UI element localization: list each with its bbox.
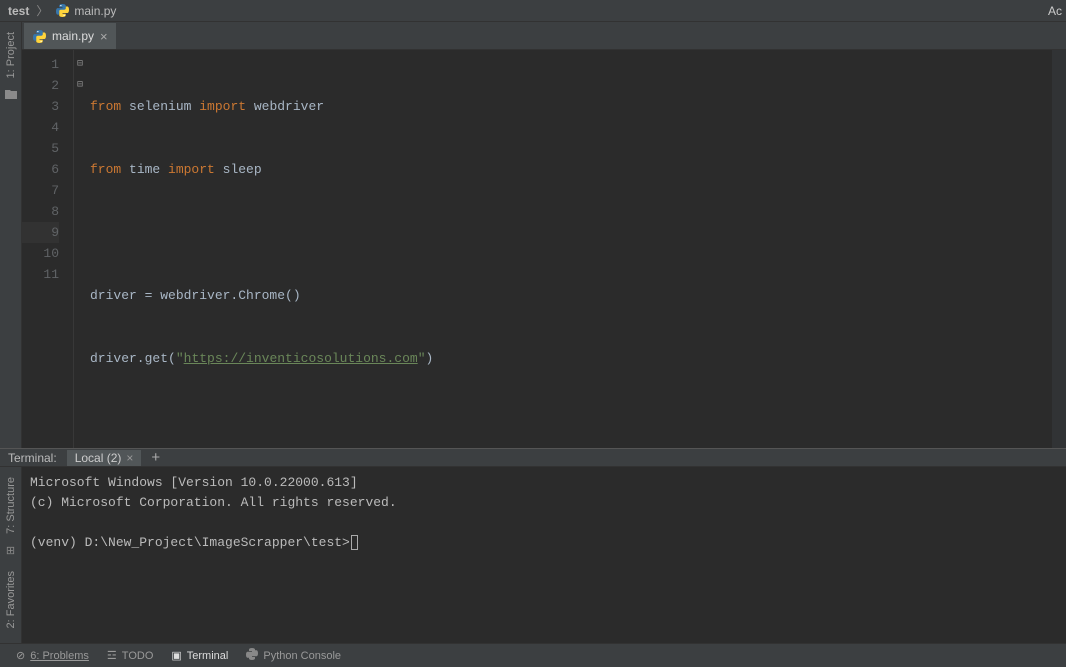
terminal-line: (c) Microsoft Corporation. All rights re… <box>30 493 1058 513</box>
cursor-icon <box>351 535 358 550</box>
list-icon: ☲ <box>107 649 117 662</box>
python-file-icon <box>55 4 69 18</box>
terminal-left-tool-strip: 7: Structure ⊞ 2: Favorites ★ <box>0 467 22 656</box>
code-editor[interactable]: 1 2 3 4 5 6 7 8 9 10 11 ⊟ ⊟ from seleniu… <box>22 50 1066 448</box>
fold-marker-icon[interactable]: ⊟ <box>74 75 86 96</box>
favorites-tool-button[interactable]: 2: Favorites <box>5 571 17 628</box>
left-tool-strip: 1: Project <box>0 22 22 448</box>
line-number-gutter: 1 2 3 4 5 6 7 8 9 10 11 <box>22 50 74 448</box>
tab-filename: main.py <box>52 29 94 43</box>
editor-tab-bar: main.py × <box>22 22 1066 50</box>
structure-icon: ⊞ <box>6 544 15 557</box>
close-icon[interactable]: × <box>100 29 108 44</box>
warning-icon: ⊘ <box>16 649 25 662</box>
terminal-tool-button[interactable]: ▣ Terminal <box>171 649 228 662</box>
python-icon <box>246 648 258 663</box>
todo-tool-button[interactable]: ☲ TODO <box>107 649 153 662</box>
close-icon[interactable]: × <box>126 451 133 465</box>
terminal-tab[interactable]: Local (2) × <box>67 450 142 466</box>
problems-tool-button[interactable]: ⊘ 6: Problems <box>16 649 89 662</box>
python-console-tool-button[interactable]: Python Console <box>246 648 341 663</box>
add-terminal-button[interactable]: + <box>151 449 160 466</box>
breadcrumb-file[interactable]: main.py <box>74 4 116 18</box>
terminal-panel: Terminal: Local (2) × + 7: Structure ⊞ 2… <box>0 448 1066 643</box>
bottom-tool-bar: ⊘ 6: Problems ☲ TODO ▣ Terminal Python C… <box>0 643 1066 667</box>
fold-gutter: ⊟ ⊟ <box>74 50 86 448</box>
terminal-line: Microsoft Windows [Version 10.0.22000.61… <box>30 473 1058 493</box>
terminal-label: Terminal: <box>8 451 57 465</box>
structure-tool-button[interactable]: 7: Structure <box>5 477 17 534</box>
breadcrumb-bar: test 〉 main.py Ac <box>0 0 1066 22</box>
python-file-icon <box>32 29 46 43</box>
project-tool-button[interactable]: 1: Project <box>5 32 17 78</box>
code-content[interactable]: from selenium import webdriver from time… <box>86 50 1052 448</box>
editor-right-marker-strip <box>1052 50 1066 448</box>
terminal-icon: ▣ <box>171 649 181 662</box>
toolbar-right-action[interactable]: Ac <box>1048 4 1066 18</box>
fold-marker-icon[interactable]: ⊟ <box>74 54 86 75</box>
chevron-right-icon: 〉 <box>36 2 48 19</box>
breadcrumb-project[interactable]: test <box>8 4 29 18</box>
terminal-content[interactable]: Microsoft Windows [Version 10.0.22000.61… <box>22 467 1066 656</box>
editor-tab-main-py[interactable]: main.py × <box>24 23 116 49</box>
terminal-prompt-line: (venv) D:\New_Project\ImageScrapper\test… <box>30 533 1058 553</box>
terminal-header: Terminal: Local (2) × + <box>0 449 1066 467</box>
folder-icon <box>4 88 18 103</box>
